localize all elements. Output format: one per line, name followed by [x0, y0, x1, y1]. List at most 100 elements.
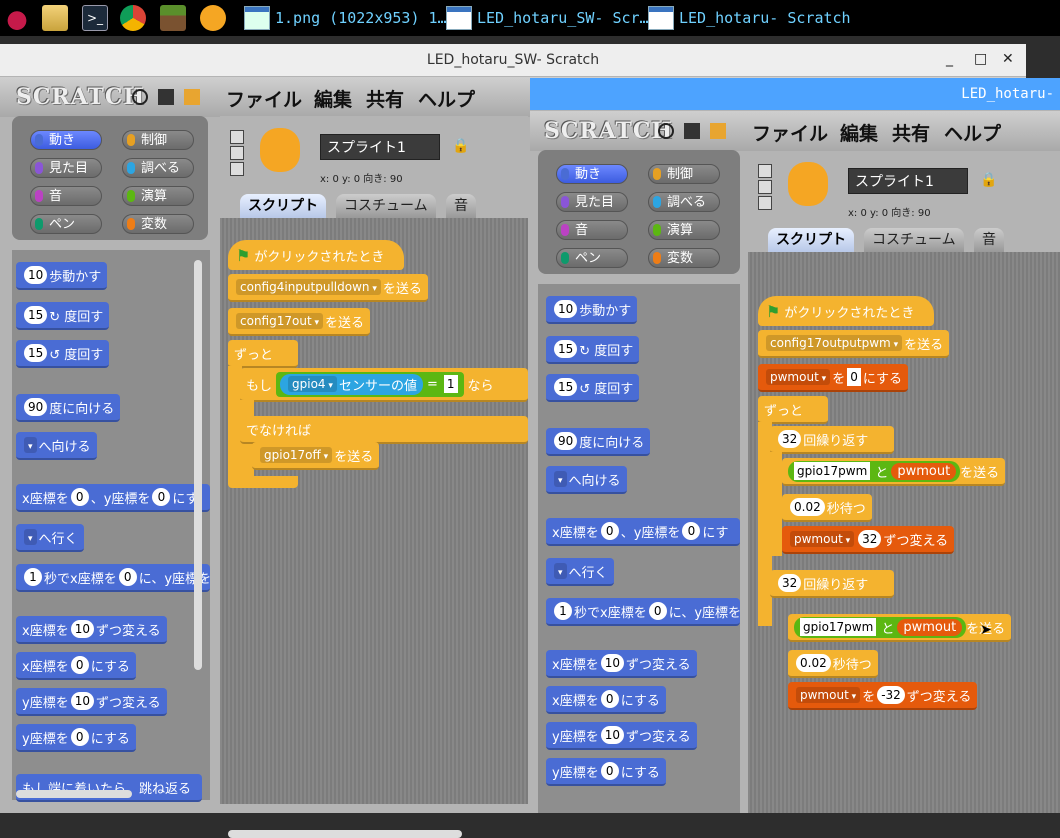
block-broadcast[interactable]: gpio17pwm と pwmout を送る — [782, 458, 1006, 486]
category-looks[interactable]: 見た目 — [556, 192, 628, 212]
number-input[interactable]: 32 — [858, 530, 882, 548]
block-turn-left[interactable]: 15 ↺ 度回す — [546, 374, 640, 402]
minecraft-icon[interactable] — [160, 5, 186, 31]
variable-dropdown[interactable]: pwmout — [790, 531, 855, 547]
menu-file[interactable]: ファイル — [226, 85, 302, 112]
dropdown[interactable] — [24, 529, 37, 545]
block-join[interactable]: gpio17pwm と pwmout — [788, 460, 961, 482]
block-repeat[interactable]: 32 回繰り返す — [770, 570, 894, 598]
flip-icon[interactable] — [230, 146, 244, 160]
task-led-hotaru-sw[interactable]: LED_hotaru_SW- Scr… — [446, 4, 649, 32]
category-sensing[interactable]: 調べる — [122, 158, 194, 178]
menu-help[interactable]: ヘルプ — [418, 85, 475, 112]
number-input[interactable]: 10 — [70, 692, 94, 710]
value-input[interactable]: 1 — [443, 375, 458, 393]
no-rotate-icon[interactable] — [758, 196, 772, 210]
number-input[interactable]: 0 — [70, 656, 89, 674]
rotate-icon[interactable] — [230, 130, 244, 144]
number-input[interactable]: 90 — [554, 432, 578, 450]
block-wait[interactable]: 0.02 秒待つ — [782, 494, 872, 522]
variable-dropdown[interactable]: pwmout — [766, 369, 831, 385]
block-set-variable[interactable]: pwmoutを0にする — [758, 364, 908, 392]
number-input[interactable]: 10 — [554, 300, 578, 318]
category-sound[interactable]: 音 — [556, 220, 628, 240]
category-motion[interactable]: 動き — [30, 130, 102, 150]
number-input[interactable]: 15 — [554, 340, 578, 358]
block-equals[interactable]: gpio4センサーの値 = 1 — [276, 371, 464, 397]
category-operators[interactable]: 演算 — [122, 186, 194, 206]
task-image-viewer[interactable]: 1.png (1022x953) 1… — [244, 4, 447, 32]
block-turn-right[interactable]: 15 ↻ 度回す — [16, 302, 110, 330]
scratch-cat-icon[interactable] — [200, 5, 226, 31]
category-pen[interactable]: ペン — [30, 214, 102, 234]
block-turn-left[interactable]: 15 ↺ 度回す — [16, 340, 110, 368]
broadcast-dropdown[interactable]: config17out — [236, 313, 324, 329]
category-pen[interactable]: ペン — [556, 248, 628, 268]
block-forever[interactable]: ずっと — [758, 396, 828, 424]
variable-dropdown[interactable]: pwmout — [796, 687, 861, 703]
broadcast-dropdown[interactable]: config17outputpwm — [766, 335, 903, 351]
block-when-flag-clicked[interactable]: ⚑ がクリックされたとき — [758, 296, 934, 326]
dropdown[interactable] — [24, 437, 37, 453]
tab-sounds[interactable]: 音 — [974, 228, 1004, 252]
menu-edit[interactable]: 編集 — [840, 119, 878, 146]
block-set-x[interactable]: x座標を 0 にする — [16, 652, 136, 680]
dropdown[interactable] — [554, 471, 567, 487]
block-change-y[interactable]: y座標を 10 ずつ変える — [16, 688, 167, 716]
lock-icon[interactable]: 🔒 — [980, 172, 997, 188]
save-icon[interactable] — [684, 123, 700, 139]
block-set-y[interactable]: y座標を 0 にする — [546, 758, 666, 786]
block-change-y[interactable]: y座標を 10 ずつ変える — [546, 722, 697, 750]
number-input[interactable]: 0 — [648, 602, 667, 620]
number-input[interactable]: 0 — [70, 488, 89, 506]
broadcast-dropdown[interactable]: gpio17off — [260, 447, 333, 463]
sprite-name-input[interactable]: スプライト1 — [320, 134, 440, 160]
dropdown[interactable] — [554, 563, 567, 579]
script-area[interactable]: ⚑がクリックされたとき config17outputpwmを送る pwmoutを… — [748, 252, 1060, 813]
globe-icon[interactable] — [658, 123, 674, 139]
category-operators[interactable]: 演算 — [648, 220, 720, 240]
number-input[interactable]: 0.02 — [790, 498, 825, 516]
close-button[interactable]: ✕ — [1002, 51, 1014, 67]
number-input[interactable]: 15 — [24, 306, 48, 324]
flip-icon[interactable] — [758, 180, 772, 194]
number-input[interactable]: 0 — [152, 488, 171, 506]
lock-icon[interactable]: 🔒 — [452, 138, 469, 154]
value-input[interactable]: 0 — [847, 368, 861, 386]
script-hscrollbar[interactable] — [228, 830, 462, 838]
category-looks[interactable]: 見た目 — [30, 158, 102, 178]
raspberry-pi-menu-icon[interactable] — [4, 5, 30, 31]
block-change-x[interactable]: x座標を 10 ずつ変える — [16, 616, 167, 644]
number-input[interactable]: 1 — [554, 602, 572, 620]
number-input[interactable]: 0.02 — [796, 654, 831, 672]
chromium-icon[interactable] — [120, 5, 146, 31]
block-set-x[interactable]: x座標を 0 にする — [546, 686, 666, 714]
category-sensing[interactable]: 調べる — [648, 192, 720, 212]
maximize-button[interactable]: □ — [974, 51, 987, 67]
tab-scripts[interactable]: スクリプト — [768, 228, 854, 252]
globe-icon[interactable] — [132, 89, 148, 105]
menu-share[interactable]: 共有 — [366, 85, 404, 112]
block-forever[interactable]: ずっと — [228, 340, 298, 368]
number-input[interactable]: 10 — [600, 654, 624, 672]
block-glide[interactable]: 1 秒でx座標を 0 に、y座標を — [16, 564, 210, 592]
number-input[interactable]: 0 — [682, 522, 701, 540]
minimize-button[interactable]: _ — [946, 51, 953, 67]
block-change-x[interactable]: x座標を 10 ずつ変える — [546, 650, 697, 678]
block-when-flag-clicked[interactable]: ⚑ がクリックされたとき — [228, 240, 404, 270]
block-broadcast[interactable]: config4inputpulldownを送る — [228, 274, 428, 302]
block-goto[interactable]: へ行く — [16, 524, 84, 552]
number-input[interactable]: 1 — [24, 568, 42, 586]
block-sensor-value[interactable]: gpio4センサーの値 — [280, 373, 423, 395]
number-input[interactable]: 0 — [70, 728, 89, 746]
block-join[interactable]: gpio17pwm と pwmout — [794, 616, 967, 638]
number-input[interactable]: 10 — [24, 266, 48, 284]
block-glide[interactable]: 1 秒でx座標を 0 に、y座標を — [546, 598, 740, 626]
menu-edit[interactable]: 編集 — [314, 85, 352, 112]
share-icon[interactable] — [184, 89, 200, 105]
menu-file[interactable]: ファイル — [752, 119, 828, 146]
block-wait[interactable]: 0.02 秒待つ — [788, 650, 878, 678]
save-icon[interactable] — [158, 89, 174, 105]
category-sound[interactable]: 音 — [30, 186, 102, 206]
menu-help[interactable]: ヘルプ — [944, 119, 1001, 146]
